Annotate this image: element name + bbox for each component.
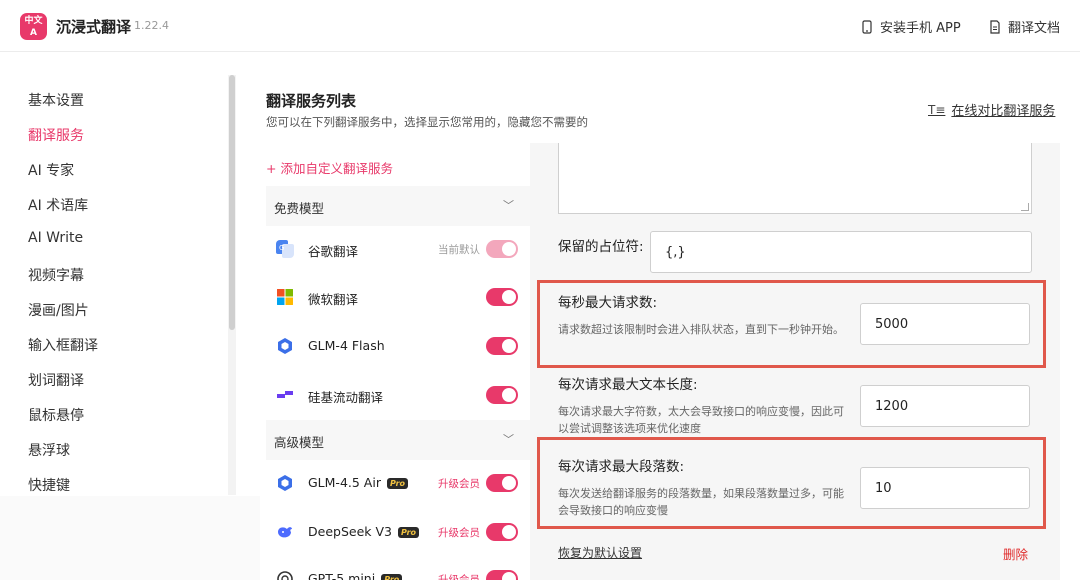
service-name: GLM-4.5 Air Pro bbox=[308, 475, 409, 490]
service-row-siliconflow: 硅基流动翻译 bbox=[266, 372, 530, 420]
top-bar: 中文 A 沉浸式翻译 1.22.4 安装手机 APP 翻译文档 bbox=[0, 0, 1080, 52]
install-app-label: 安装手机 APP bbox=[880, 21, 961, 36]
compare-services-link[interactable]: T≡ 在线对比翻译服务 bbox=[928, 100, 1056, 120]
max-paragraphs-desc: 每次发送给翻译服务的段落数量，如果段落数量过多，可能会导致接口的响应变慢 bbox=[558, 487, 844, 517]
sidebar-item-selection-translation[interactable]: 划词翻译 bbox=[28, 370, 84, 390]
sidebar-item-floating-ball[interactable]: 悬浮球 bbox=[28, 440, 70, 460]
openai-icon bbox=[277, 571, 293, 580]
svg-text:G: G bbox=[279, 244, 284, 252]
max-requests-input[interactable]: 5000 bbox=[860, 303, 1030, 345]
microsoft-icon bbox=[277, 289, 293, 305]
document-icon bbox=[990, 19, 1000, 34]
service-toggle[interactable] bbox=[486, 386, 518, 404]
docs-label: 翻译文档 bbox=[1008, 21, 1061, 36]
placeholder-label: 保留的占位符: bbox=[558, 239, 644, 255]
service-row-google: G 谷歌翻译 当前默认 bbox=[266, 226, 530, 274]
service-row-deepseek-v3: DeepSeek V3 Pro 升级会员 bbox=[266, 509, 530, 557]
glm-hexagon-icon bbox=[278, 475, 292, 491]
reset-default-link[interactable]: 恢复为默认设置 bbox=[558, 544, 642, 561]
service-name-text: DeepSeek V3 bbox=[308, 524, 392, 539]
service-row-gpt5-mini: GPT-5 mini Pro 升级会员 bbox=[266, 560, 530, 580]
pro-badge: Pro bbox=[397, 527, 420, 538]
service-toggle[interactable] bbox=[486, 288, 518, 306]
delete-button[interactable]: 删除 bbox=[1003, 544, 1028, 563]
max-requests-desc: 请求数超过该限制时会进入排队状态，直到下一秒钟开始。 bbox=[558, 323, 844, 336]
service-toggle[interactable] bbox=[486, 474, 518, 492]
upgrade-member-label[interactable]: 升级会员 bbox=[438, 525, 480, 540]
pro-badge: Pro bbox=[386, 478, 409, 489]
max-requests-label: 每秒最大请求数: bbox=[558, 295, 658, 311]
sidebar-item-ai-write[interactable]: AI Write bbox=[28, 230, 83, 246]
max-paragraphs-input[interactable]: 10 bbox=[860, 467, 1030, 509]
group-label: 高级模型 bbox=[274, 435, 325, 450]
prompt-textarea[interactable] bbox=[558, 143, 1032, 214]
phone-icon bbox=[862, 19, 872, 34]
glm-hexagon-icon bbox=[278, 338, 292, 354]
compare-services-label: 在线对比翻译服务 bbox=[951, 104, 1056, 119]
service-name: DeepSeek V3 Pro bbox=[308, 524, 420, 539]
docs-link[interactable]: 翻译文档 bbox=[988, 17, 1060, 36]
app-version: 1.22.4 bbox=[134, 19, 169, 32]
sidebar-item-shortcuts[interactable]: 快捷键 bbox=[28, 475, 70, 495]
sidebar-item-ai-glossary[interactable]: AI 术语库 bbox=[28, 195, 88, 215]
chevron-down-icon: ﹀ bbox=[503, 199, 514, 212]
service-toggle[interactable] bbox=[486, 337, 518, 355]
app-name: 沉浸式翻译 bbox=[56, 18, 132, 36]
chevron-down-icon: ﹀ bbox=[503, 433, 514, 446]
service-settings-panel: 保留的占位符: {,} 每秒最大请求数: 请求数超过该限制时会进入排队状态，直到… bbox=[530, 143, 1060, 580]
group-header-free[interactable]: 免费模型 ﹀ bbox=[266, 186, 530, 226]
pro-badge: Pro bbox=[381, 574, 403, 580]
group-header-advanced[interactable]: 高级模型 ﹀ bbox=[266, 420, 530, 460]
service-toggle[interactable] bbox=[486, 240, 518, 258]
service-name: GLM-4 Flash bbox=[308, 338, 385, 353]
add-custom-service-link[interactable]: + 添加自定义翻译服务 bbox=[266, 158, 393, 177]
service-row-glm4-flash: GLM-4 Flash bbox=[266, 323, 530, 371]
service-toggle[interactable] bbox=[486, 523, 518, 541]
max-paragraphs-label: 每次请求最大段落数: bbox=[558, 459, 685, 475]
service-name-text: GPT-5 mini bbox=[308, 571, 376, 580]
text-compare-icon: T≡ bbox=[928, 102, 946, 117]
service-row-microsoft: 微软翻译 bbox=[266, 274, 530, 322]
sidebar-footer-area bbox=[0, 496, 260, 580]
siliconflow-icon bbox=[277, 391, 293, 398]
sidebar-item-manga-images[interactable]: 漫画/图片 bbox=[28, 300, 89, 320]
service-name: GPT-5 mini Pro bbox=[308, 571, 403, 580]
max-text-length-desc: 每次请求最大字符数，太大会导致接口的响应变慢，因此可以尝试调整该选项来优化速度 bbox=[558, 405, 844, 435]
placeholder-input[interactable]: {,} bbox=[650, 231, 1032, 273]
max-text-length-label: 每次请求最大文本长度: bbox=[558, 377, 698, 393]
google-translate-icon: G bbox=[276, 240, 294, 258]
service-name-text: GLM-4.5 Air bbox=[308, 475, 381, 490]
sidebar-item-basic[interactable]: 基本设置 bbox=[28, 90, 84, 110]
service-name: 硅基流动翻译 bbox=[308, 390, 384, 405]
upgrade-member-label[interactable]: 升级会员 bbox=[438, 476, 480, 491]
service-list: + 添加自定义翻译服务 免费模型 ﹀ G 谷歌翻译 当前默认 微软翻译 GLM-… bbox=[266, 148, 530, 580]
sidebar-item-mouse-hover[interactable]: 鼠标悬停 bbox=[28, 405, 84, 425]
sidebar-item-ai-expert[interactable]: AI 专家 bbox=[28, 160, 74, 180]
upgrade-member-label[interactable]: 升级会员 bbox=[438, 572, 480, 580]
page-subtitle: 您可以在下列翻译服务中，选择显示您常用的，隐藏您不需要的 bbox=[266, 115, 588, 129]
sidebar-item-input-translation[interactable]: 输入框翻译 bbox=[28, 335, 98, 355]
max-text-length-input[interactable]: 1200 bbox=[860, 385, 1030, 427]
service-name: 微软翻译 bbox=[308, 292, 359, 307]
service-toggle[interactable] bbox=[486, 570, 518, 580]
install-app-link[interactable]: 安装手机 APP bbox=[860, 17, 961, 36]
page-title: 翻译服务列表 bbox=[266, 92, 357, 110]
app-logo: 中文 A bbox=[20, 13, 47, 40]
service-row-glm45-air: GLM-4.5 Air Pro 升级会员 bbox=[266, 460, 530, 508]
default-label: 当前默认 bbox=[438, 244, 480, 256]
sidebar-item-video-subtitles[interactable]: 视频字幕 bbox=[28, 265, 84, 285]
deepseek-whale-icon bbox=[278, 527, 292, 538]
sidebar-scrollbar-thumb[interactable] bbox=[229, 75, 235, 330]
service-name: 谷歌翻译 bbox=[308, 244, 359, 259]
group-label: 免费模型 bbox=[274, 201, 325, 216]
sidebar-item-translation-services[interactable]: 翻译服务 bbox=[28, 125, 84, 145]
